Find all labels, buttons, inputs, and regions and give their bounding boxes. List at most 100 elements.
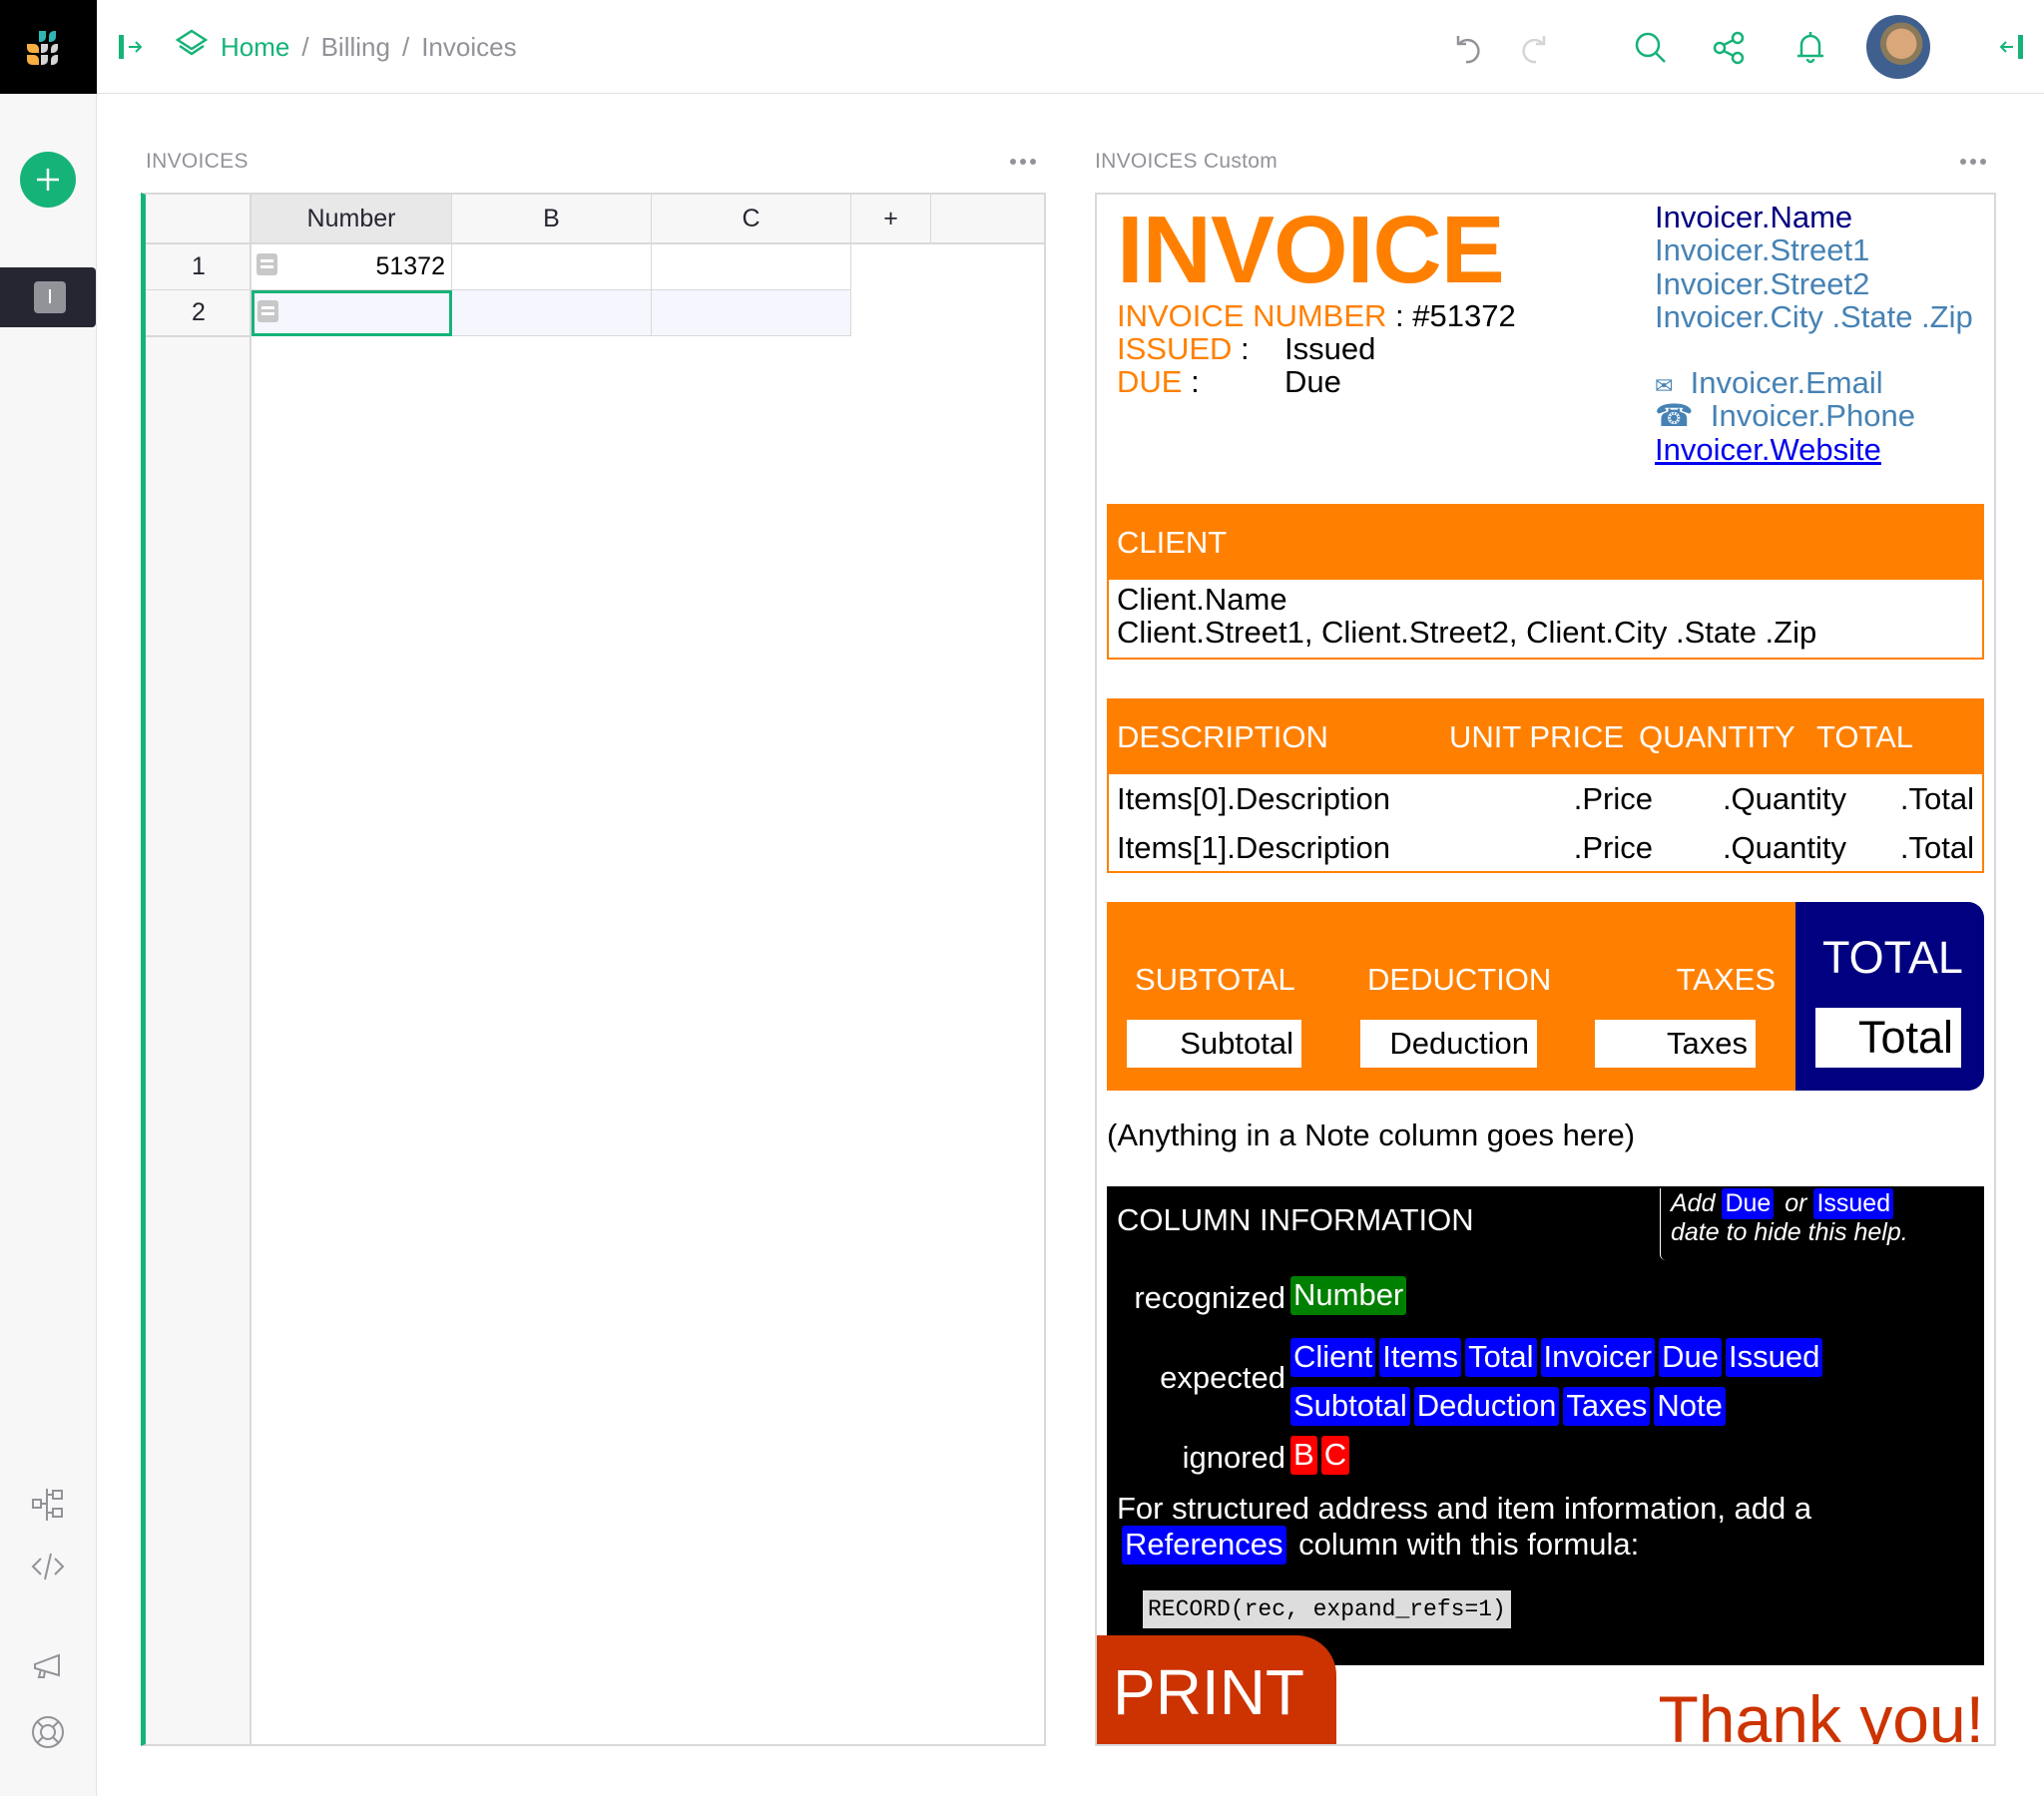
items-header-quantity: QUANTITY: [1639, 719, 1795, 754]
breadcrumb-separator: /: [301, 31, 309, 62]
expected-label: expected: [1160, 1360, 1285, 1395]
cell-number-selected[interactable]: [252, 290, 452, 336]
row-number[interactable]: 1: [146, 244, 252, 290]
panel-toggle-left-icon[interactable]: [116, 32, 146, 62]
breadcrumb: Home / Billing / Invoices: [175, 28, 517, 66]
items-header-unit-price: UNIT PRICE: [1449, 719, 1625, 754]
column-header-number[interactable]: Number: [252, 195, 452, 244]
recognized-pill: Number: [1290, 1276, 1407, 1315]
print-button[interactable]: PRINT: [1097, 1635, 1336, 1744]
undo-icon[interactable]: [1451, 30, 1487, 66]
invoicer-website-link[interactable]: Invoicer.Website: [1655, 432, 1973, 466]
help-icon[interactable]: [28, 1712, 68, 1752]
issued-sep: :: [1241, 331, 1250, 366]
announcement-icon[interactable]: [28, 1646, 68, 1686]
expected-list: Client Items Total Invoicer Due Issued Subtot…: [1290, 1332, 1826, 1430]
row-number[interactable]: 2: [146, 290, 252, 336]
phone-icon: ☎: [1655, 398, 1694, 434]
total-navy: TOTAL Total: [1795, 902, 1984, 1091]
hint-issued-pill: Issued: [1813, 1188, 1894, 1220]
item-price: .Price: [1573, 780, 1653, 816]
grid-panel: Number B C + 1 51372 2: [141, 193, 1046, 1746]
redo-icon[interactable]: [1515, 30, 1551, 66]
invoicer-phone: Invoicer.Phone: [1710, 398, 1915, 434]
subtotal-value: Subtotal: [1127, 1020, 1301, 1068]
expected-pill: Note: [1654, 1387, 1726, 1426]
hint-due-pill: Due: [1722, 1188, 1775, 1220]
breadcrumb-billing[interactable]: Billing: [321, 32, 390, 63]
taxes-label: TAXES: [1676, 962, 1776, 997]
cell-c[interactable]: [652, 244, 851, 290]
cell-b[interactable]: [452, 244, 652, 290]
issued-value: Issued: [1284, 331, 1376, 366]
expected-pill: Invoicer: [1540, 1338, 1656, 1377]
cell-value: 51372: [375, 252, 445, 280]
due-value: Due: [1284, 364, 1341, 399]
totals-block: SUBTOTAL Subtotal DEDUCTION Deduction TA…: [1107, 902, 1984, 1091]
breadcrumb-invoices[interactable]: Invoices: [421, 32, 516, 63]
logo-icon: [27, 31, 58, 65]
hint-add: Add: [1671, 1189, 1716, 1217]
add-new-button[interactable]: [20, 152, 76, 208]
expected-pill: Subtotal: [1290, 1387, 1410, 1426]
ignored-list: BC: [1290, 1436, 1353, 1475]
structured-rest: column with this formula:: [1298, 1527, 1640, 1562]
breadcrumb-separator: /: [401, 31, 410, 62]
page-item-invoices[interactable]: I: [0, 267, 96, 327]
cell-c[interactable]: [652, 290, 851, 336]
item-description: Items[0].Description: [1117, 780, 1390, 816]
note-text: (Anything in a Note column goes here): [1107, 1118, 1636, 1152]
expected-pill: Total: [1465, 1338, 1537, 1377]
avatar[interactable]: [1866, 15, 1930, 79]
expected-pill: Issued: [1725, 1338, 1823, 1377]
code-view-icon[interactable]: [28, 1547, 68, 1586]
bell-icon[interactable]: [1790, 28, 1830, 68]
invoicer-block: Invoicer.Name Invoicer.Street1 Invoicer.…: [1655, 200, 1973, 467]
total-label: TOTAL: [1822, 932, 1963, 983]
add-column-button[interactable]: +: [851, 195, 931, 244]
grid-section-menu-icon[interactable]: [1010, 157, 1040, 167]
client-name: Client.Name: [1117, 582, 1287, 617]
invoicer-name: Invoicer.Name: [1655, 200, 1853, 234]
hint-or: or: [1785, 1189, 1807, 1217]
item-price: .Price: [1573, 829, 1653, 865]
panel-toggle-right-icon[interactable]: [1996, 32, 2026, 62]
due-line: DUE : Due: [1117, 364, 1341, 399]
search-icon[interactable]: [1631, 28, 1671, 68]
deduction-label: DEDUCTION: [1367, 962, 1552, 997]
column-info-hint: Add Due or Issued date to hide this help…: [1660, 1188, 1908, 1260]
cell-number[interactable]: 51372: [252, 244, 452, 290]
custom-section-menu-icon[interactable]: [1960, 157, 1990, 167]
invoicer-street1: Invoicer.Street1: [1655, 232, 1870, 268]
column-header-b[interactable]: B: [452, 195, 652, 244]
client-address: Client.Street1, Client.Street2, Client.C…: [1117, 614, 1817, 650]
raw-data-icon[interactable]: [28, 1485, 68, 1525]
recognized-label: recognized: [1134, 1280, 1285, 1315]
column-header-c[interactable]: C: [652, 195, 851, 244]
deduction-value: Deduction: [1360, 1020, 1537, 1068]
expected-pill: Due: [1659, 1338, 1722, 1377]
issued-line: ISSUED : Issued: [1117, 331, 1375, 366]
due-label: DUE: [1117, 364, 1183, 399]
hint-rest: date to hide this help.: [1671, 1218, 1908, 1247]
items-header-description: DESCRIPTION: [1117, 719, 1328, 754]
item-total: .Total: [1899, 829, 1974, 865]
logo[interactable]: [0, 0, 97, 94]
breadcrumb-home[interactable]: Home: [221, 32, 289, 63]
expected-pill: Taxes: [1563, 1387, 1651, 1426]
structured-help: For structured address and item informat…: [1117, 1492, 1811, 1565]
client-block: CLIENT Client.Name Client.Street1, Clien…: [1107, 504, 1984, 660]
client-header: CLIENT: [1109, 506, 1982, 580]
formula-code[interactable]: RECORD(rec, expand_refs=1): [1143, 1590, 1511, 1628]
item-quantity: .Quantity: [1722, 780, 1846, 816]
grid-header-filler: [931, 195, 1044, 244]
total-value: Total: [1815, 1008, 1961, 1068]
item-row: Items[1].Description .Price .Quantity .T…: [1109, 823, 1982, 872]
ignored-label: ignored: [1182, 1440, 1285, 1475]
grid-corner[interactable]: [146, 195, 252, 244]
invoice-number-label: INVOICE NUMBER: [1117, 298, 1387, 333]
cell-b[interactable]: [452, 290, 652, 336]
ignored-pill: C: [1320, 1436, 1350, 1475]
row-divider: [146, 336, 252, 337]
share-icon[interactable]: [1709, 28, 1749, 68]
